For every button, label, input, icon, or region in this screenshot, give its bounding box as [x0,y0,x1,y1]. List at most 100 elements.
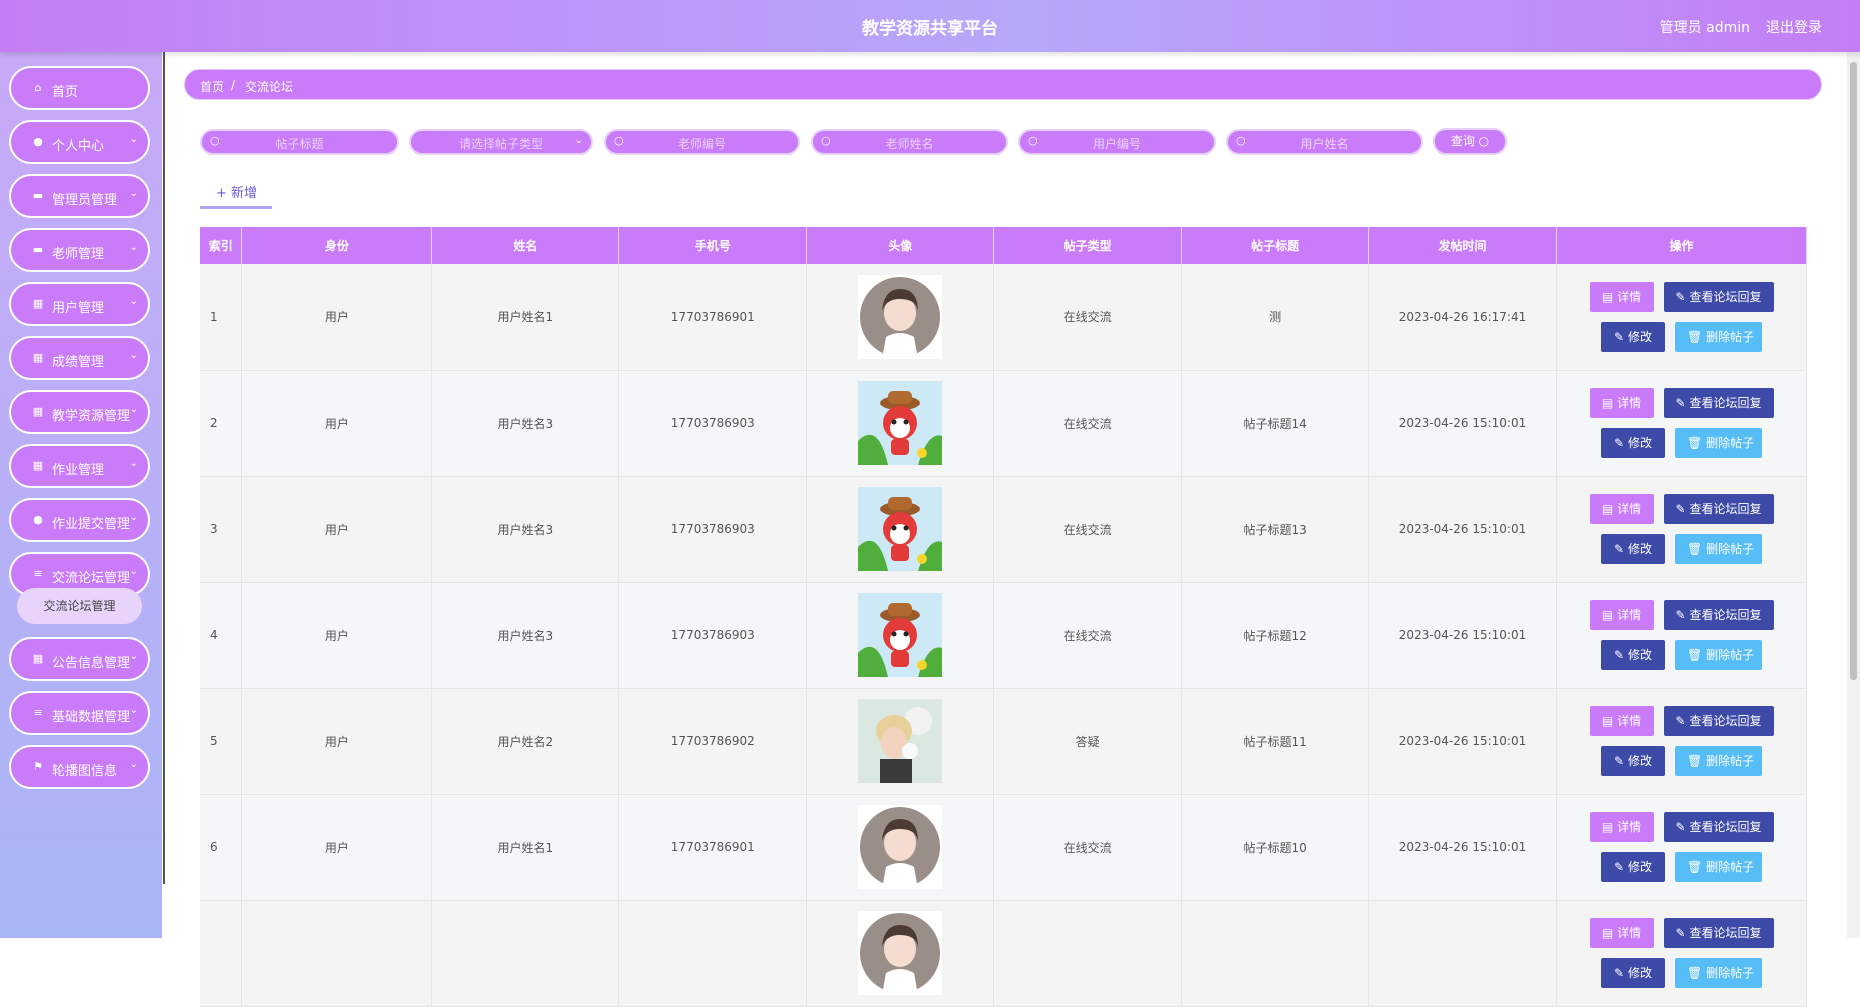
detail-button[interactable]: ▤ 详情 [1589,812,1654,842]
column-header: 发帖时间 [1368,227,1557,264]
cell-time: 2023-04-26 15:10:01 [1368,794,1557,901]
table-row: ▤ 详情 ✎ 查看论坛回复 ✎ 修改 🗑 删除帖子 [200,900,1807,1007]
sidebar-item-label: 作业管理 [52,463,105,478]
cell-name [431,900,620,1007]
post-type-select[interactable]: 请选择帖子类型 ⌄ [409,129,593,155]
cell-phone: 17703786902 [618,688,808,795]
edit-button[interactable]: ✎ 修改 [1601,852,1665,882]
teacher-name-search[interactable]: ○ 老师姓名 [811,129,1008,155]
sidebar-item-0[interactable]: ⌂ 首页 [9,66,150,110]
cell-title: 帖子标题13 [1181,476,1370,583]
edit-button[interactable]: ✎ 修改 [1601,321,1665,352]
sidebar-item-label: 管理员管理 [52,193,118,208]
view-replies-button[interactable]: ✎ 查看论坛回复 [1663,706,1774,736]
cell-time: 2023-04-26 15:10:01 [1368,688,1557,795]
post-title-search[interactable]: ○ 帖子标题 [200,129,399,155]
cell-title: 测 [1181,264,1370,371]
flag-icon: ⚑ [33,760,43,773]
query-button[interactable]: 查询 ○ [1433,128,1507,155]
logout-link[interactable]: 退出登录 [1766,17,1822,37]
scrollbar[interactable] [1847,52,1860,938]
cell-phone: 17703786901 [618,794,808,901]
chevron-down-icon: ⌄ [129,651,138,662]
sidebar: ⌂ 首页 ● 个人中心 ⌄ ▬ 管理员管理 ⌄ ▬ 老师管理 ⌄ ▦ 用户管理 ⌄ ▦ 成绩管理 ⌄ ▦ 教学资源管… [0,52,162,938]
scrollbar-thumb[interactable] [1850,62,1857,680]
cell-type: 在线交流 [993,582,1183,689]
avatar [806,370,995,477]
sidebar-item-10[interactable]: ▦ 公告信息管理 ⌄ [9,637,150,681]
edit-button[interactable]: ✎ 修改 [1601,746,1665,776]
detail-button[interactable]: ▤ 详情 [1589,600,1654,630]
chevron-down-icon: ⌄ [574,135,583,146]
detail-button[interactable]: ▤ 详情 [1589,918,1654,948]
edit-icon: ✎ [1614,648,1625,662]
sidebar-item-1[interactable]: ● 个人中心 ⌄ [9,120,150,164]
view-replies-button[interactable]: ✎ 查看论坛回复 [1663,281,1774,312]
chevron-down-icon: ⌄ [129,458,138,469]
trash-icon: 🗑 [1687,436,1703,450]
sidebar-item-5[interactable]: ▦ 成绩管理 ⌄ [9,336,150,380]
column-header: 身份 [241,227,433,264]
detail-button[interactable]: ▤ 详情 [1589,494,1654,524]
column-header: 帖子类型 [993,227,1183,264]
delete-post-button[interactable]: 🗑 删除帖子 [1675,640,1762,670]
chevron-down-icon: ⌄ [129,134,138,145]
avatar [806,900,995,1007]
top-header: 教学资源共享平台 管理员 admin 退出登录 [0,0,1860,52]
cell-name: 用户姓名3 [431,476,620,583]
cell-time: 2023-04-26 15:10:01 [1368,582,1557,689]
cell-title: 帖子标题14 [1181,370,1370,477]
user-name-search[interactable]: ○ 用户姓名 [1226,129,1423,155]
cell-phone [618,900,808,1007]
user-no-search[interactable]: ○ 用户编号 [1018,129,1216,155]
monitor-icon: ▬ [32,243,44,256]
teacher-no-search[interactable]: ○ 老师编号 [604,129,800,155]
delete-post-button[interactable]: 🗑 删除帖子 [1675,852,1762,882]
view-replies-button[interactable]: ✎ 查看论坛回复 [1663,494,1774,524]
sidebar-item-label: 公告信息管理 [52,656,131,671]
grid-icon: ▦ [32,297,44,310]
delete-post-button[interactable]: 🗑 删除帖子 [1675,746,1762,776]
column-header: 操作 [1556,227,1807,264]
bulb-icon: ● [33,513,43,526]
view-replies-button[interactable]: ✎ 查看论坛回复 [1663,918,1774,948]
edit-button[interactable]: ✎ 修改 [1601,428,1665,458]
current-user: 管理员 admin [1659,20,1750,36]
cell-idx: 2 [200,370,243,477]
delete-post-button[interactable]: 🗑 删除帖子 [1675,428,1762,458]
delete-post-button[interactable]: 🗑 删除帖子 [1675,321,1762,352]
chevron-down-icon: ⌄ [129,404,138,415]
edit-button[interactable]: ✎ 修改 [1601,534,1665,564]
monitor-icon: ▬ [32,189,44,202]
add-button[interactable]: + 新增 [200,182,272,209]
cell-name: 用户姓名2 [431,688,620,795]
sidebar-item-12[interactable]: ⚑ 轮播图信息 ⌄ [9,745,150,789]
sidebar-item-11[interactable]: ≡ 基础数据管理 ⌄ [9,691,150,735]
delete-post-button[interactable]: 🗑 删除帖子 [1675,958,1762,988]
edit-icon: ✎ [1614,966,1625,980]
delete-post-button[interactable]: 🗑 删除帖子 [1675,534,1762,564]
sidebar-item-7[interactable]: ▦ 作业管理 ⌄ [9,444,150,488]
view-replies-button[interactable]: ✎ 查看论坛回复 [1663,388,1774,418]
edit-button[interactable]: ✎ 修改 [1601,958,1665,988]
doc-icon: ▤ [1601,714,1614,728]
cell-time: 2023-04-26 16:17:41 [1368,264,1557,371]
view-replies-button[interactable]: ✎ 查看论坛回复 [1663,600,1774,630]
sidebar-item-8[interactable]: ● 作业提交管理 ⌄ [9,498,150,542]
cell-actions: ▤ 详情 ✎ 查看论坛回复 ✎ 修改 🗑 删除帖子 [1556,476,1807,583]
sidebar-subitem-forum[interactable]: 交流论坛管理 [17,588,142,624]
sidebar-item-4[interactable]: ▦ 用户管理 ⌄ [9,282,150,326]
detail-button[interactable]: ▤ 详情 [1589,281,1654,312]
sidebar-item-label: 老师管理 [52,247,105,262]
sidebar-item-2[interactable]: ▬ 管理员管理 ⌄ [9,174,150,218]
detail-button[interactable]: ▤ 详情 [1589,388,1654,418]
detail-button[interactable]: ▤ 详情 [1589,706,1654,736]
sidebar-item-3[interactable]: ▬ 老师管理 ⌄ [9,228,150,272]
cell-actions: ▤ 详情 ✎ 查看论坛回复 ✎ 修改 🗑 删除帖子 [1556,582,1807,689]
cell-name: 用户姓名1 [431,794,620,901]
view-replies-button[interactable]: ✎ 查看论坛回复 [1663,812,1774,842]
content-divider [163,52,165,884]
breadcrumb-home[interactable]: 首页 [200,78,224,95]
edit-button[interactable]: ✎ 修改 [1601,640,1665,670]
sidebar-item-6[interactable]: ▦ 教学资源管理 ⌄ [9,390,150,434]
